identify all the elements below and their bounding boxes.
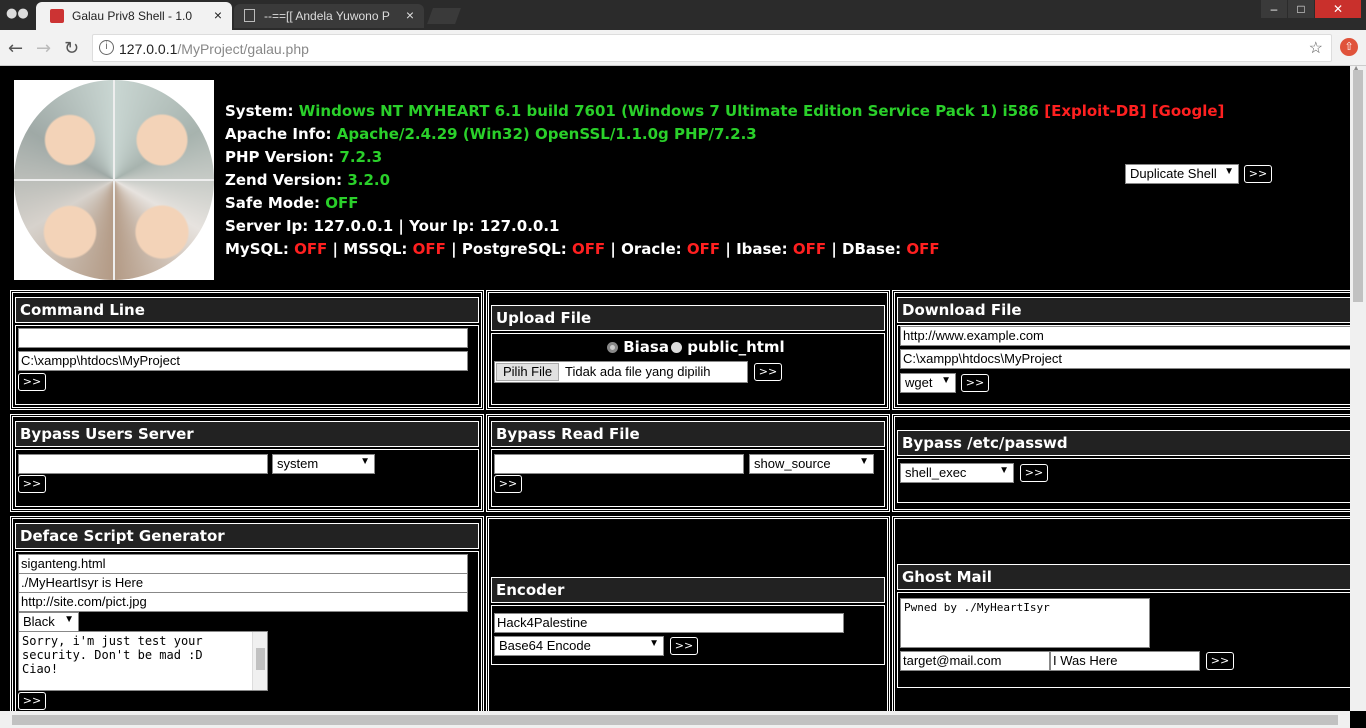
encoder-button[interactable]: >> xyxy=(670,637,698,655)
ghost-mail-to-input[interactable]: target@mail.com xyxy=(900,651,1050,671)
duplicate-shell-select[interactable]: Duplicate Shell ▼ xyxy=(1125,164,1239,184)
deface-generator-panel: Deface Script Generator siganteng.html .… xyxy=(10,516,484,711)
extension-icon[interactable]: ⇧ xyxy=(1340,38,1358,56)
bypass-users-panel: Bypass Users Server system ▼ >> xyxy=(10,414,484,512)
download-file-panel: Download File http://www.example.com C:\… xyxy=(892,290,1350,410)
bypass-users-method-select[interactable]: system ▼ xyxy=(272,454,375,474)
bypass-passwd-panel: Bypass /etc/passwd shell_exec ▼ >> xyxy=(892,414,1350,512)
ip-info: Server Ip: 127.0.0.1 | Your Ip: 127.0.0.… xyxy=(225,217,560,235)
ghost-mail-subject-input[interactable]: I Was Here xyxy=(1050,651,1200,671)
deface-filename-input[interactable]: siganteng.html xyxy=(18,554,468,574)
minimize-button[interactable]: – xyxy=(1261,0,1287,18)
back-icon[interactable]: ← xyxy=(8,38,23,59)
radio-icon xyxy=(607,342,618,353)
panel-title: Ghost Mail xyxy=(897,564,1350,590)
ghost-mail-message-textarea[interactable]: Pwned by ./MyHeartIsyr xyxy=(900,598,1150,648)
tab-title: --==[[ Andela Yuwono P xyxy=(264,9,390,23)
apache-info: Apache Info: Apache/2.4.29 (Win32) OpenS… xyxy=(225,125,757,143)
bypass-read-input[interactable] xyxy=(494,454,744,474)
ghost-mail-panel: Ghost Mail Pwned by ./MyHeartIsyr target… xyxy=(892,516,1350,711)
maximize-button[interactable]: □ xyxy=(1288,0,1314,18)
panel-title: Bypass Users Server xyxy=(15,421,479,447)
zend-version: Zend Version: 3.2.0 xyxy=(225,171,391,189)
reload-icon[interactable]: ↻ xyxy=(64,38,79,59)
panel-title: Deface Script Generator xyxy=(15,523,479,549)
deface-generate-button[interactable]: >> xyxy=(18,692,46,710)
panel-title: Encoder xyxy=(491,577,885,603)
vertical-scrollbar[interactable]: ▲ xyxy=(1350,64,1366,711)
incognito-icon: ●● xyxy=(6,6,29,21)
tab-close-icon[interactable]: × xyxy=(406,7,414,23)
no-file-label: Tidak ada file yang dipilih xyxy=(565,364,711,379)
bypass-passwd-button[interactable]: >> xyxy=(1020,464,1048,482)
radio-public-html[interactable]: public_html xyxy=(671,338,785,356)
url-host: 127.0.0.1 xyxy=(119,41,178,57)
panel-title: Upload File xyxy=(491,305,885,331)
download-url-input[interactable]: http://www.example.com xyxy=(900,326,1350,346)
tab-galau-shell[interactable]: Galau Priv8 Shell - 1.0 × xyxy=(36,2,232,30)
safe-mode: Safe Mode: OFF xyxy=(225,194,359,212)
bypass-read-button[interactable]: >> xyxy=(494,475,522,493)
google-link[interactable]: [Google] xyxy=(1152,102,1225,120)
forward-icon[interactable]: → xyxy=(36,38,51,59)
ghost-mail-send-button[interactable]: >> xyxy=(1206,652,1234,670)
url-path: /MyProject/galau.php xyxy=(177,41,309,57)
command-run-button[interactable]: >> xyxy=(18,373,46,391)
db-status: MySQL: OFF | MSSQL: OFF | PostgreSQL: OF… xyxy=(225,240,940,258)
deface-image-input[interactable]: http://site.com/pict.jpg xyxy=(18,592,468,612)
encoder-method-select[interactable]: Base64 Encode ▼ xyxy=(494,636,664,656)
bypass-passwd-method-select[interactable]: shell_exec ▼ xyxy=(900,463,1014,483)
download-path-input[interactable]: C:\xampp\htdocs\MyProject xyxy=(900,349,1350,369)
panel-title: Command Line xyxy=(15,297,479,323)
exploitdb-link[interactable]: [Exploit-DB] xyxy=(1044,102,1146,120)
bypass-read-panel: Bypass Read File show_source ▼ >> xyxy=(486,414,890,512)
deface-header-input[interactable]: ./MyHeartIsyr is Here xyxy=(18,573,468,593)
download-button[interactable]: >> xyxy=(961,374,989,392)
php-version: PHP Version: 7.2.3 xyxy=(225,148,383,166)
new-tab-button[interactable] xyxy=(427,8,461,24)
bypass-users-input[interactable] xyxy=(18,454,268,474)
browser-titlebar: ●● Galau Priv8 Shell - 1.0 × --==[[ Ande… xyxy=(0,0,1366,30)
radio-biasa[interactable]: Biasa xyxy=(607,338,669,356)
star-icon[interactable]: ☆ xyxy=(1309,38,1323,58)
panel-title: Bypass /etc/passwd xyxy=(897,430,1350,456)
favicon-icon xyxy=(50,9,64,23)
textarea-scrollbar[interactable] xyxy=(252,632,267,690)
tab-title: Galau Priv8 Shell - 1.0 xyxy=(72,9,193,23)
command-input[interactable] xyxy=(18,328,468,348)
encoder-input[interactable]: Hack4Palestine xyxy=(494,613,844,633)
path-input[interactable]: C:\xampp\htdocs\MyProject xyxy=(18,351,468,371)
address-bar[interactable]: i 127.0.0.1/MyProject/galau.php ☆ xyxy=(92,34,1332,62)
panel-title: Download File xyxy=(897,297,1350,323)
deface-color-select[interactable]: Black ▼ xyxy=(18,612,79,632)
tab-close-icon[interactable]: × xyxy=(214,7,222,23)
duplicate-go-button[interactable]: >> xyxy=(1244,165,1272,183)
radio-icon xyxy=(671,342,682,353)
file-chooser[interactable]: Pilih File Tidak ada file yang dipilih xyxy=(494,361,748,383)
tab-andela[interactable]: --==[[ Andela Yuwono P × xyxy=(234,4,424,28)
page-icon xyxy=(244,9,255,22)
close-window-button[interactable]: ✕ xyxy=(1315,0,1361,18)
choose-file-button[interactable]: Pilih File xyxy=(496,363,560,381)
system-info: System: Windows NT MYHEART 6.1 build 760… xyxy=(225,102,1225,120)
bypass-read-method-select[interactable]: show_source ▼ xyxy=(749,454,874,474)
upload-file-panel: Upload File Biasa public_html Pilih File… xyxy=(486,290,890,410)
info-icon[interactable]: i xyxy=(99,40,114,55)
avatar xyxy=(14,80,214,280)
command-line-panel: Command Line C:\xampp\htdocs\MyProject >… xyxy=(10,290,484,410)
deface-message-textarea[interactable]: Sorry, i'm just test your security. Don'… xyxy=(18,631,268,691)
horizontal-scrollbar[interactable] xyxy=(0,711,1350,728)
encoder-panel: Encoder Hack4Palestine Base64 Encode ▼ >> xyxy=(486,516,890,711)
panel-title: Bypass Read File xyxy=(491,421,885,447)
upload-button[interactable]: >> xyxy=(754,363,782,381)
page-content: System: Windows NT MYHEART 6.1 build 760… xyxy=(0,66,1350,711)
bypass-users-button[interactable]: >> xyxy=(18,475,46,493)
download-method-select[interactable]: wget ▼ xyxy=(900,373,956,393)
browser-toolbar: ← → ↻ i 127.0.0.1/MyProject/galau.php ☆ … xyxy=(0,30,1366,66)
